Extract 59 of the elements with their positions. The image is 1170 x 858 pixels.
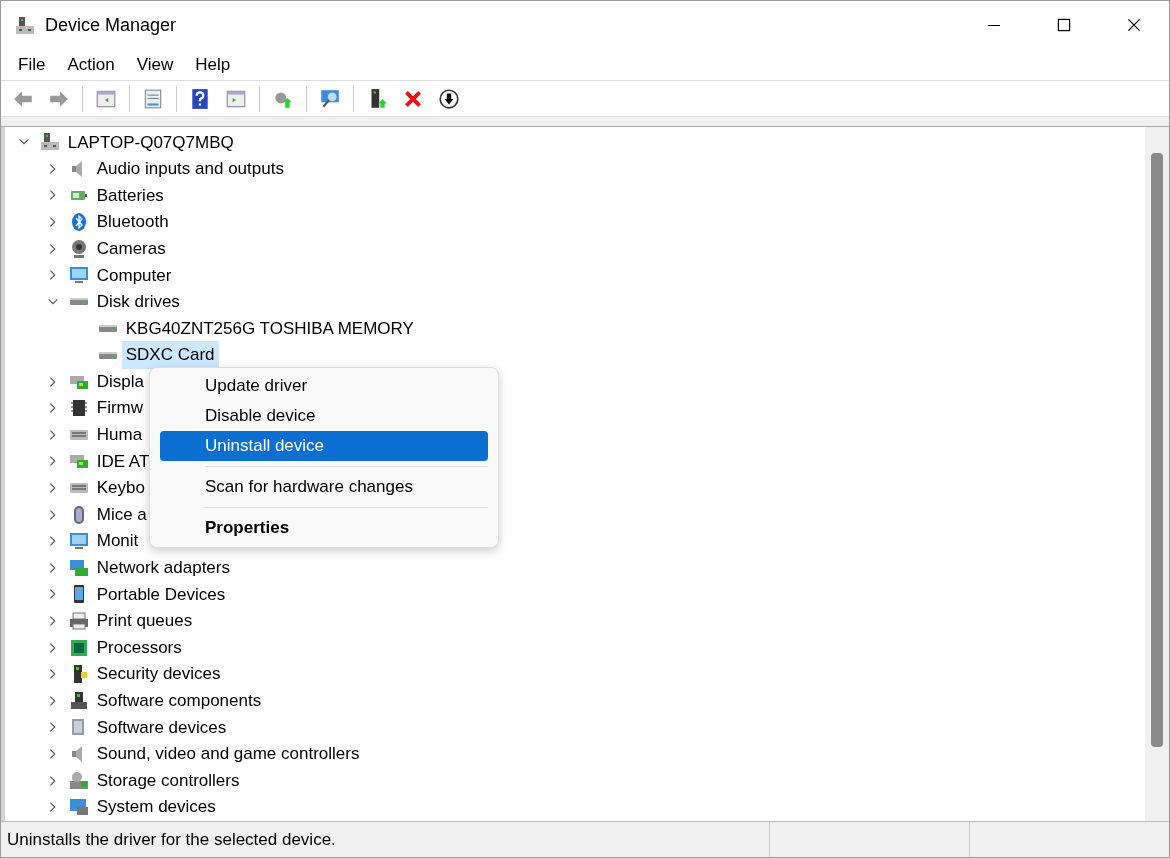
menu-item[interactable]: Action <box>56 51 126 78</box>
system-icon <box>68 797 89 818</box>
monitor-icon <box>68 531 89 552</box>
printer-icon <box>68 611 89 631</box>
drive-icon <box>97 350 118 360</box>
tree-item[interactable]: Monit <box>92 527 143 555</box>
tree-item[interactable]: IDE AT <box>92 447 154 476</box>
menu-item[interactable]: Disable device <box>160 401 488 431</box>
tree-item[interactable]: LAPTOP-Q07Q7MBQ <box>63 128 238 157</box>
tree-item[interactable]: Firmw <box>92 394 147 422</box>
tree-item[interactable]: Software devices <box>92 713 231 742</box>
tree-item[interactable]: Audio inputs and outputs <box>92 155 288 183</box>
device-icon <box>68 690 89 711</box>
tree-item[interactable]: Sound, video and game controllers <box>92 740 364 768</box>
close-icon <box>1126 17 1142 33</box>
processor-icon <box>68 637 89 658</box>
tree-item[interactable]: Network adapters <box>92 554 234 582</box>
computer-icon <box>39 132 60 153</box>
help-icon <box>189 87 211 110</box>
network-icon <box>68 557 89 578</box>
scrollbar-thumb[interactable] <box>1151 153 1163 747</box>
tree-item[interactable]: Processors <box>92 633 186 662</box>
tree-item[interactable]: Batteries <box>92 181 168 210</box>
tree-item[interactable]: Bluetooth <box>92 208 173 236</box>
chip-icon <box>68 398 89 419</box>
minimize-icon <box>988 24 1000 26</box>
tree-item[interactable]: Mice a <box>92 500 151 529</box>
download-icon <box>438 87 460 110</box>
tree-item[interactable]: Security devices <box>92 660 225 688</box>
tree-item[interactable]: Keybo <box>92 474 149 502</box>
menu-item[interactable]: View <box>125 51 185 78</box>
scan-icon <box>319 87 341 110</box>
menu-item[interactable]: Uninstall device <box>160 431 488 461</box>
menu-item[interactable]: Scan for hardware changes <box>160 472 488 502</box>
drive-icon <box>68 297 89 307</box>
tree-item[interactable]: Computer <box>92 261 176 289</box>
tree-item[interactable]: System devices <box>92 793 220 821</box>
menu-item[interactable]: Help <box>184 51 242 78</box>
maximize-icon <box>1056 17 1072 33</box>
tree-item[interactable]: Huma <box>92 421 147 449</box>
tree-item[interactable]: Displa <box>92 367 148 396</box>
menu-item[interactable]: File <box>7 51 57 78</box>
tree-item[interactable]: Cameras <box>92 234 170 263</box>
tree-item[interactable]: Software components <box>92 687 266 715</box>
tree-item[interactable]: KBG40ZNT256G TOSHIBA MEMORY <box>121 314 418 343</box>
drive-icon <box>97 323 118 333</box>
monitor-icon <box>68 265 89 286</box>
computer-icon <box>15 15 35 36</box>
tree-item[interactable]: Disk drives <box>92 288 184 316</box>
status-text: Uninstalls the driver for the selected device. <box>6 828 337 851</box>
menu-item[interactable]: Properties <box>160 513 488 543</box>
tree-item[interactable]: Storage controllers <box>92 766 244 795</box>
tree-item[interactable]: Portable Devices <box>92 580 230 609</box>
tree-item[interactable]: Print queues <box>92 607 197 635</box>
menu-item[interactable]: Update driver <box>160 371 488 401</box>
properties-icon <box>142 87 164 110</box>
window-title: Device Manager <box>45 13 178 37</box>
tree-item[interactable]: SDXC Card <box>121 341 219 369</box>
storage-icon <box>68 770 89 791</box>
